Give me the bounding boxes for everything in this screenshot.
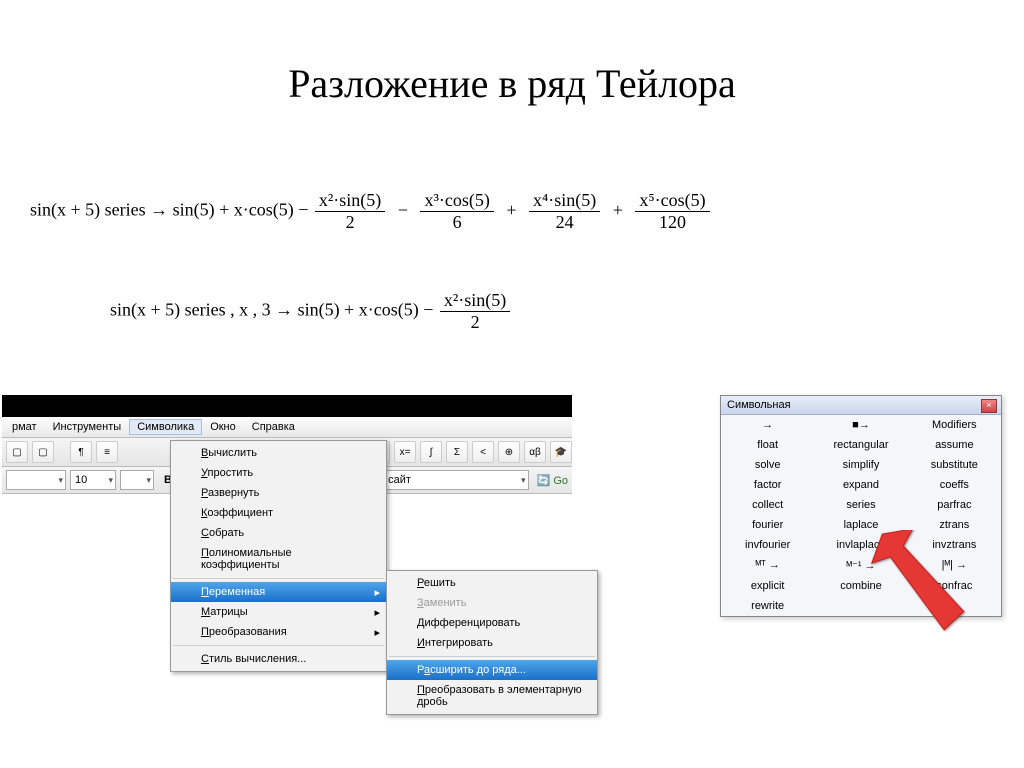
plus: + [613,200,623,220]
lt-icon[interactable]: < [472,441,494,463]
pal-expand[interactable]: expand [814,475,907,495]
pal-rewrite[interactable]: rewrite [721,596,814,616]
pal-combine[interactable]: combine [814,576,907,596]
menu-help[interactable]: Справка [244,419,303,435]
pal-solve[interactable]: solve [721,455,814,475]
menu-evaluate[interactable]: Вычислить [171,443,386,463]
toolbar-button[interactable]: ≡ [96,441,118,463]
unknown-combo[interactable] [120,470,154,490]
menu-poly-coeffs[interactable]: Полиномиальные коэффициенты [171,543,386,575]
menu-expand[interactable]: Развернуть [171,483,386,503]
submenu-solve[interactable]: Решить [387,573,597,593]
menu-format[interactable]: рмат [4,419,45,435]
style-combo[interactable] [6,470,66,490]
close-icon[interactable]: × [981,399,997,413]
menu-window[interactable]: Окно [202,419,244,435]
menu-separator [173,578,384,579]
page-title: Разложение в ряд Тейлора [0,60,1024,107]
toolbar-button[interactable]: ▢ [6,441,28,463]
menu-simplify[interactable]: Упростить [171,463,386,483]
submenu-substitute: Заменить [387,593,597,613]
pal-ztrans[interactable]: ztrans [908,515,1001,535]
alpha-icon[interactable]: αβ [524,441,546,463]
toolbar-button[interactable]: ¶ [70,441,92,463]
formula-lhs: sin(x + 5) series , x , 3 → sin(5) + x·c… [110,300,438,320]
pal-mdet[interactable]: |ᴹ| → [908,555,1001,576]
pal-fourier[interactable]: fourier [721,515,814,535]
formula-series-truncated: sin(x + 5) series , x , 3 → sin(5) + x·c… [110,290,512,333]
menu-coefficient[interactable]: Коэффициент [171,503,386,523]
menu-matrices[interactable]: Матрицы▸ [171,602,386,622]
pal-modifiers[interactable]: Modifiers [908,415,1001,435]
pal-coeffs[interactable]: coeffs [908,475,1001,495]
menu-transforms[interactable]: Преобразования▸ [171,622,386,642]
submenu-partial-fraction[interactable]: Преобразовать в элементарную дробь [387,680,597,712]
pal-collect[interactable]: collect [721,495,814,515]
term-2: x²·sin(5) 2 [440,290,510,333]
pal-empty [814,596,907,616]
term-5: x⁵·cos(5) 120 [635,190,709,233]
menu-separator [173,645,384,646]
palette-grid: → ■→ Modifiers float rectangular assume … [721,415,1001,616]
variable-submenu[interactable]: Решить Заменить Дифференцировать Интегри… [386,570,598,715]
sum-icon[interactable]: Σ [446,441,468,463]
pal-mtranspose[interactable]: ᴹᵀ → [721,555,814,576]
xeq-icon[interactable]: x= [394,441,416,463]
pal-rectangular[interactable]: rectangular [814,435,907,455]
pal-substitute[interactable]: substitute [908,455,1001,475]
integral-icon[interactable]: ∫ [420,441,442,463]
term-3: x³·cos(5) 6 [420,190,493,233]
submenu-integrate[interactable]: Интегрировать [387,633,597,653]
pal-explicit[interactable]: explicit [721,576,814,596]
symbolic-palette[interactable]: Символьная × → ■→ Modifiers float rectan… [720,395,1002,617]
pal-parfrac[interactable]: parfrac [908,495,1001,515]
go-button[interactable]: 🔄 Go [537,474,568,487]
formula-lhs: sin(x + 5) series → sin(5) + x·cos(5) − [30,200,313,220]
window-titlebar [2,395,572,417]
pal-float[interactable]: float [721,435,814,455]
menu-symbolics[interactable]: Символика [129,419,202,435]
formula-series-full: sin(x + 5) series → sin(5) + x·cos(5) − … [30,190,712,233]
pal-confrac[interactable]: confrac [908,576,1001,596]
symbolics-menu[interactable]: Вычислить Упростить Развернуть Коэффицие… [170,440,387,672]
fontsize-combo[interactable]: 10 [70,470,116,490]
pal-invfourier[interactable]: invfourier [721,535,814,555]
pal-empty [908,596,1001,616]
pal-arrow[interactable]: → [721,415,814,435]
menu-separator [389,656,595,657]
pal-invztrans[interactable]: invztrans [908,535,1001,555]
submenu-differentiate[interactable]: Дифференцировать [387,613,597,633]
hat-icon[interactable]: 🎓 [550,441,572,463]
menu-variable[interactable]: Переменная▸ [171,582,386,602]
pal-block-arrow[interactable]: ■→ [814,415,907,435]
term-4: x⁴·sin(5) 24 [529,190,600,233]
plus: + [506,200,516,220]
pal-series[interactable]: series [814,495,907,515]
minus: − [398,200,408,220]
pal-assume[interactable]: assume [908,435,1001,455]
pal-invlaplace[interactable]: invlaplace [814,535,907,555]
pal-minverse[interactable]: ᴹ⁻¹ → [814,555,907,576]
submenu-expand-to-series[interactable]: Расширить до ряда... [387,660,597,680]
pal-factor[interactable]: factor [721,475,814,495]
palette-title[interactable]: Символьная × [721,396,1001,415]
menu-collect[interactable]: Собрать [171,523,386,543]
menu-tools[interactable]: Инструменты [45,419,130,435]
menu-eval-style[interactable]: Стиль вычисления... [171,649,386,669]
menubar[interactable]: рмат Инструменты Символика Окно Справка [2,417,572,438]
term-2: x²·sin(5) 2 [315,190,385,233]
pal-laplace[interactable]: laplace [814,515,907,535]
toolbar-button[interactable]: ▢ [32,441,54,463]
bool-icon[interactable]: ⊕ [498,441,520,463]
pal-simplify[interactable]: simplify [814,455,907,475]
